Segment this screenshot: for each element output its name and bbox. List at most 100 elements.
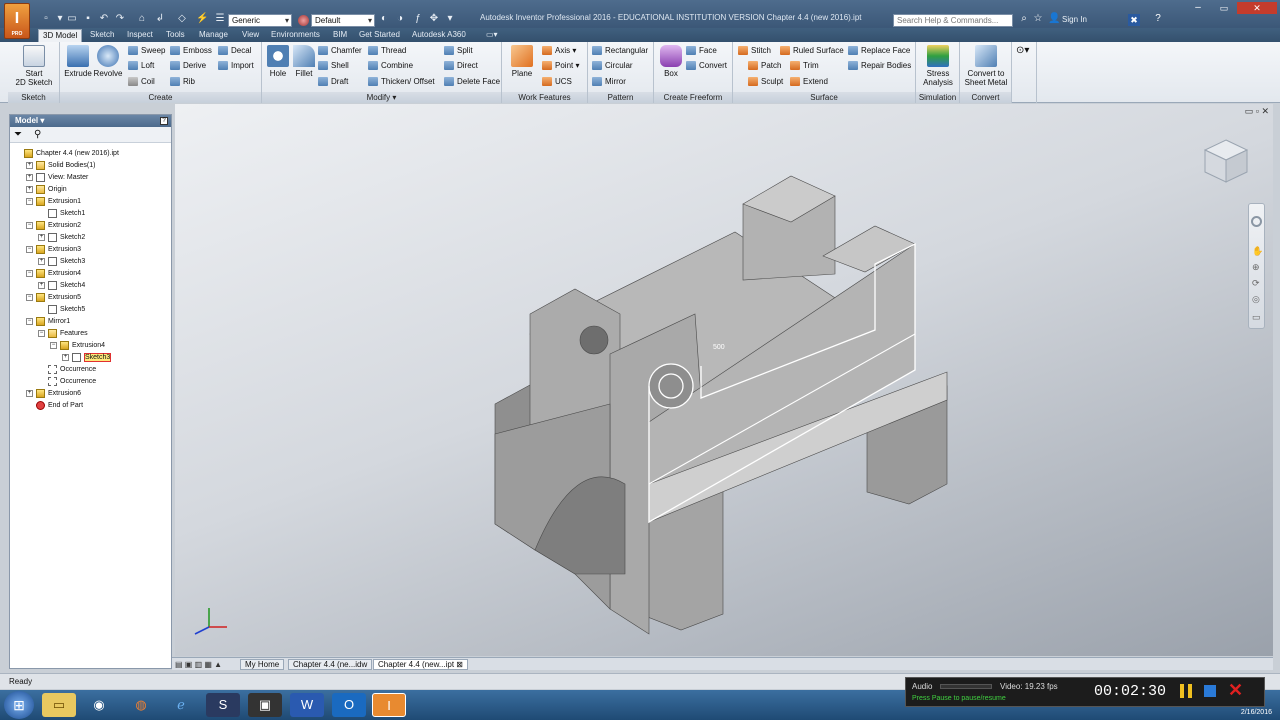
maximize-window-button[interactable]: ▭ <box>1211 2 1237 14</box>
tree-item[interactable]: Occurrence <box>38 376 96 388</box>
revolve-button[interactable]: Revolve <box>93 45 123 78</box>
expand-icon[interactable]: + <box>26 161 33 169</box>
tree-item[interactable]: − Extrusion1 <box>26 196 81 208</box>
search-icon[interactable]: ⌕ <box>1018 13 1030 25</box>
hole-button[interactable]: Hole <box>265 45 291 78</box>
face-button[interactable]: Face <box>686 44 717 57</box>
derive-button[interactable]: Derive <box>170 59 206 72</box>
tree-item[interactable]: − Extrusion4 <box>50 340 105 352</box>
undo-icon[interactable]: ↶ <box>98 13 110 25</box>
help-icon[interactable]: ? <box>1152 13 1164 25</box>
exchange-icon[interactable]: ✖ <box>1128 14 1140 26</box>
look-at-icon[interactable]: ◎ <box>1252 294 1260 305</box>
save-icon[interactable]: ▪ <box>82 13 94 25</box>
adjust-icon[interactable]: ◑ <box>394 13 406 25</box>
ruled-surface-button[interactable]: Ruled Surface <box>780 44 844 57</box>
expand-icon[interactable]: + <box>26 389 33 397</box>
minimize-window-button[interactable]: – <box>1185 2 1211 14</box>
thread-button[interactable]: Thread <box>368 44 406 57</box>
tree-item[interactable]: + Sketch2 <box>38 232 85 244</box>
viewport-window-controls[interactable]: ▭ ▫ ✕ <box>1245 106 1269 117</box>
navbar-options-icon[interactable]: ▭ <box>1252 312 1261 323</box>
plane-button[interactable]: Plane <box>506 45 538 78</box>
select-icon[interactable]: ◇ <box>176 13 188 25</box>
parameters-icon[interactable]: ✥ <box>428 13 440 25</box>
pause-recording-button[interactable] <box>1180 684 1192 698</box>
help-search-input[interactable]: Search Help & Commands... <box>893 14 1013 27</box>
axis-button[interactable]: Axis ▾ <box>542 44 576 57</box>
tree-item[interactable]: + Solid Bodies(1) <box>26 160 95 172</box>
expand-icon[interactable]: + <box>38 257 45 265</box>
close-window-button[interactable]: ✕ <box>1237 2 1277 14</box>
panel-title-modify[interactable]: Modify ▾ <box>262 92 501 103</box>
clear-appearance-icon[interactable]: ◐ <box>378 13 390 25</box>
tab-autodesk-a360[interactable]: Autodesk A360 <box>408 29 470 42</box>
tab-get-started[interactable]: Get Started <box>355 29 404 42</box>
replace-face-button[interactable]: Replace Face <box>848 44 910 57</box>
tree-item[interactable]: + Sketch3 <box>38 256 85 268</box>
home-icon[interactable]: ⌂ <box>136 13 148 25</box>
expand-icon[interactable]: + <box>26 173 33 181</box>
browser-header[interactable]: Model ▾ <box>10 115 171 127</box>
rectangular-pattern-button[interactable]: Rectangular <box>592 44 648 57</box>
appearance-combo[interactable]: Default <box>311 14 375 27</box>
window-layout-icons[interactable]: ▤ ▣ ▥ ▦ ▲ <box>175 660 222 669</box>
collapse-icon[interactable]: − <box>26 197 33 205</box>
split-button[interactable]: Split <box>444 44 473 57</box>
box-button[interactable]: Box <box>657 45 685 78</box>
doc-tab-drawing[interactable]: Chapter 4.4 (ne...idw <box>288 659 373 670</box>
browser-help-icon[interactable]: ? <box>160 117 168 125</box>
tab-bim[interactable]: BIM <box>329 29 351 42</box>
tab-inspect[interactable]: Inspect <box>123 29 157 42</box>
pan-icon[interactable]: ✋ <box>1252 246 1263 257</box>
point-button[interactable]: Point ▾ <box>542 59 579 72</box>
explorer-taskbar-icon[interactable]: ▭ <box>42 693 76 717</box>
find-icon[interactable]: ⚲ <box>34 129 41 140</box>
tree-item[interactable]: − Extrusion3 <box>26 244 81 256</box>
collapse-icon[interactable]: − <box>50 341 57 349</box>
tree-item[interactable]: + Sketch3 <box>62 352 112 364</box>
expand-icon[interactable]: + <box>62 353 69 361</box>
customize-icon[interactable]: ▾ <box>444 13 456 25</box>
expand-icon[interactable]: + <box>38 233 45 241</box>
loft-button[interactable]: Loft <box>128 59 154 72</box>
tab-tools[interactable]: Tools <box>162 29 189 42</box>
trim-button[interactable]: Trim <box>790 59 819 72</box>
tree-item[interactable]: Chapter 4.4 (new 2016).ipt <box>14 148 119 160</box>
stitch-button[interactable]: Stitch <box>738 44 771 57</box>
shell-button[interactable]: Shell <box>318 59 349 72</box>
app-taskbar-icon[interactable]: ◉ <box>82 693 116 717</box>
start-2d-sketch-button[interactable]: Start 2D Sketch <box>12 45 56 87</box>
thicken-offset-button[interactable]: Thicken/ Offset <box>368 75 435 88</box>
user-icon[interactable]: 👤 <box>1048 13 1060 25</box>
tree-item[interactable]: − Extrusion5 <box>26 292 81 304</box>
orbit-icon[interactable]: ⟳ <box>1252 278 1260 289</box>
material-combo[interactable]: Generic <box>228 14 292 27</box>
delete-face-button[interactable]: Delete Face <box>444 75 500 88</box>
zoom-icon[interactable]: ⊕ <box>1252 262 1260 273</box>
outlook-taskbar-icon[interactable]: O <box>332 693 366 717</box>
tree-item[interactable]: + View: Master <box>26 172 88 184</box>
return-icon[interactable]: ↲ <box>154 13 166 25</box>
convert-button[interactable]: Convert <box>686 59 727 72</box>
collapse-icon[interactable]: − <box>26 317 33 325</box>
expand-icon[interactable]: + <box>38 281 45 289</box>
fillet-button[interactable]: Fillet <box>291 45 317 78</box>
properties-icon[interactable]: ☰ <box>214 13 226 25</box>
tree-item[interactable]: Sketch1 <box>38 208 85 220</box>
tree-item[interactable]: + Sketch4 <box>38 280 85 292</box>
update-icon[interactable]: ⚡ <box>196 13 208 25</box>
patch-button[interactable]: Patch <box>748 59 781 72</box>
new-dropdown-icon[interactable]: ▾ <box>54 13 66 25</box>
stop-recording-button[interactable] <box>1204 685 1216 697</box>
tree-item[interactable]: − Features <box>38 328 88 340</box>
tab-sketch[interactable]: Sketch <box>86 29 118 42</box>
recorder-taskbar-icon[interactable]: ▣ <box>248 693 282 717</box>
graphics-viewport[interactable]: 500 ▭ ▫ ✕ <box>175 104 1273 656</box>
draft-button[interactable]: Draft <box>318 75 348 88</box>
viewcube[interactable] <box>1203 138 1249 184</box>
ie-taskbar-icon[interactable]: ℯ <box>164 693 198 717</box>
tree-item[interactable]: Sketch5 <box>38 304 85 316</box>
open-icon[interactable]: ▭ <box>66 13 78 25</box>
snagit-taskbar-icon[interactable]: S <box>206 693 240 717</box>
